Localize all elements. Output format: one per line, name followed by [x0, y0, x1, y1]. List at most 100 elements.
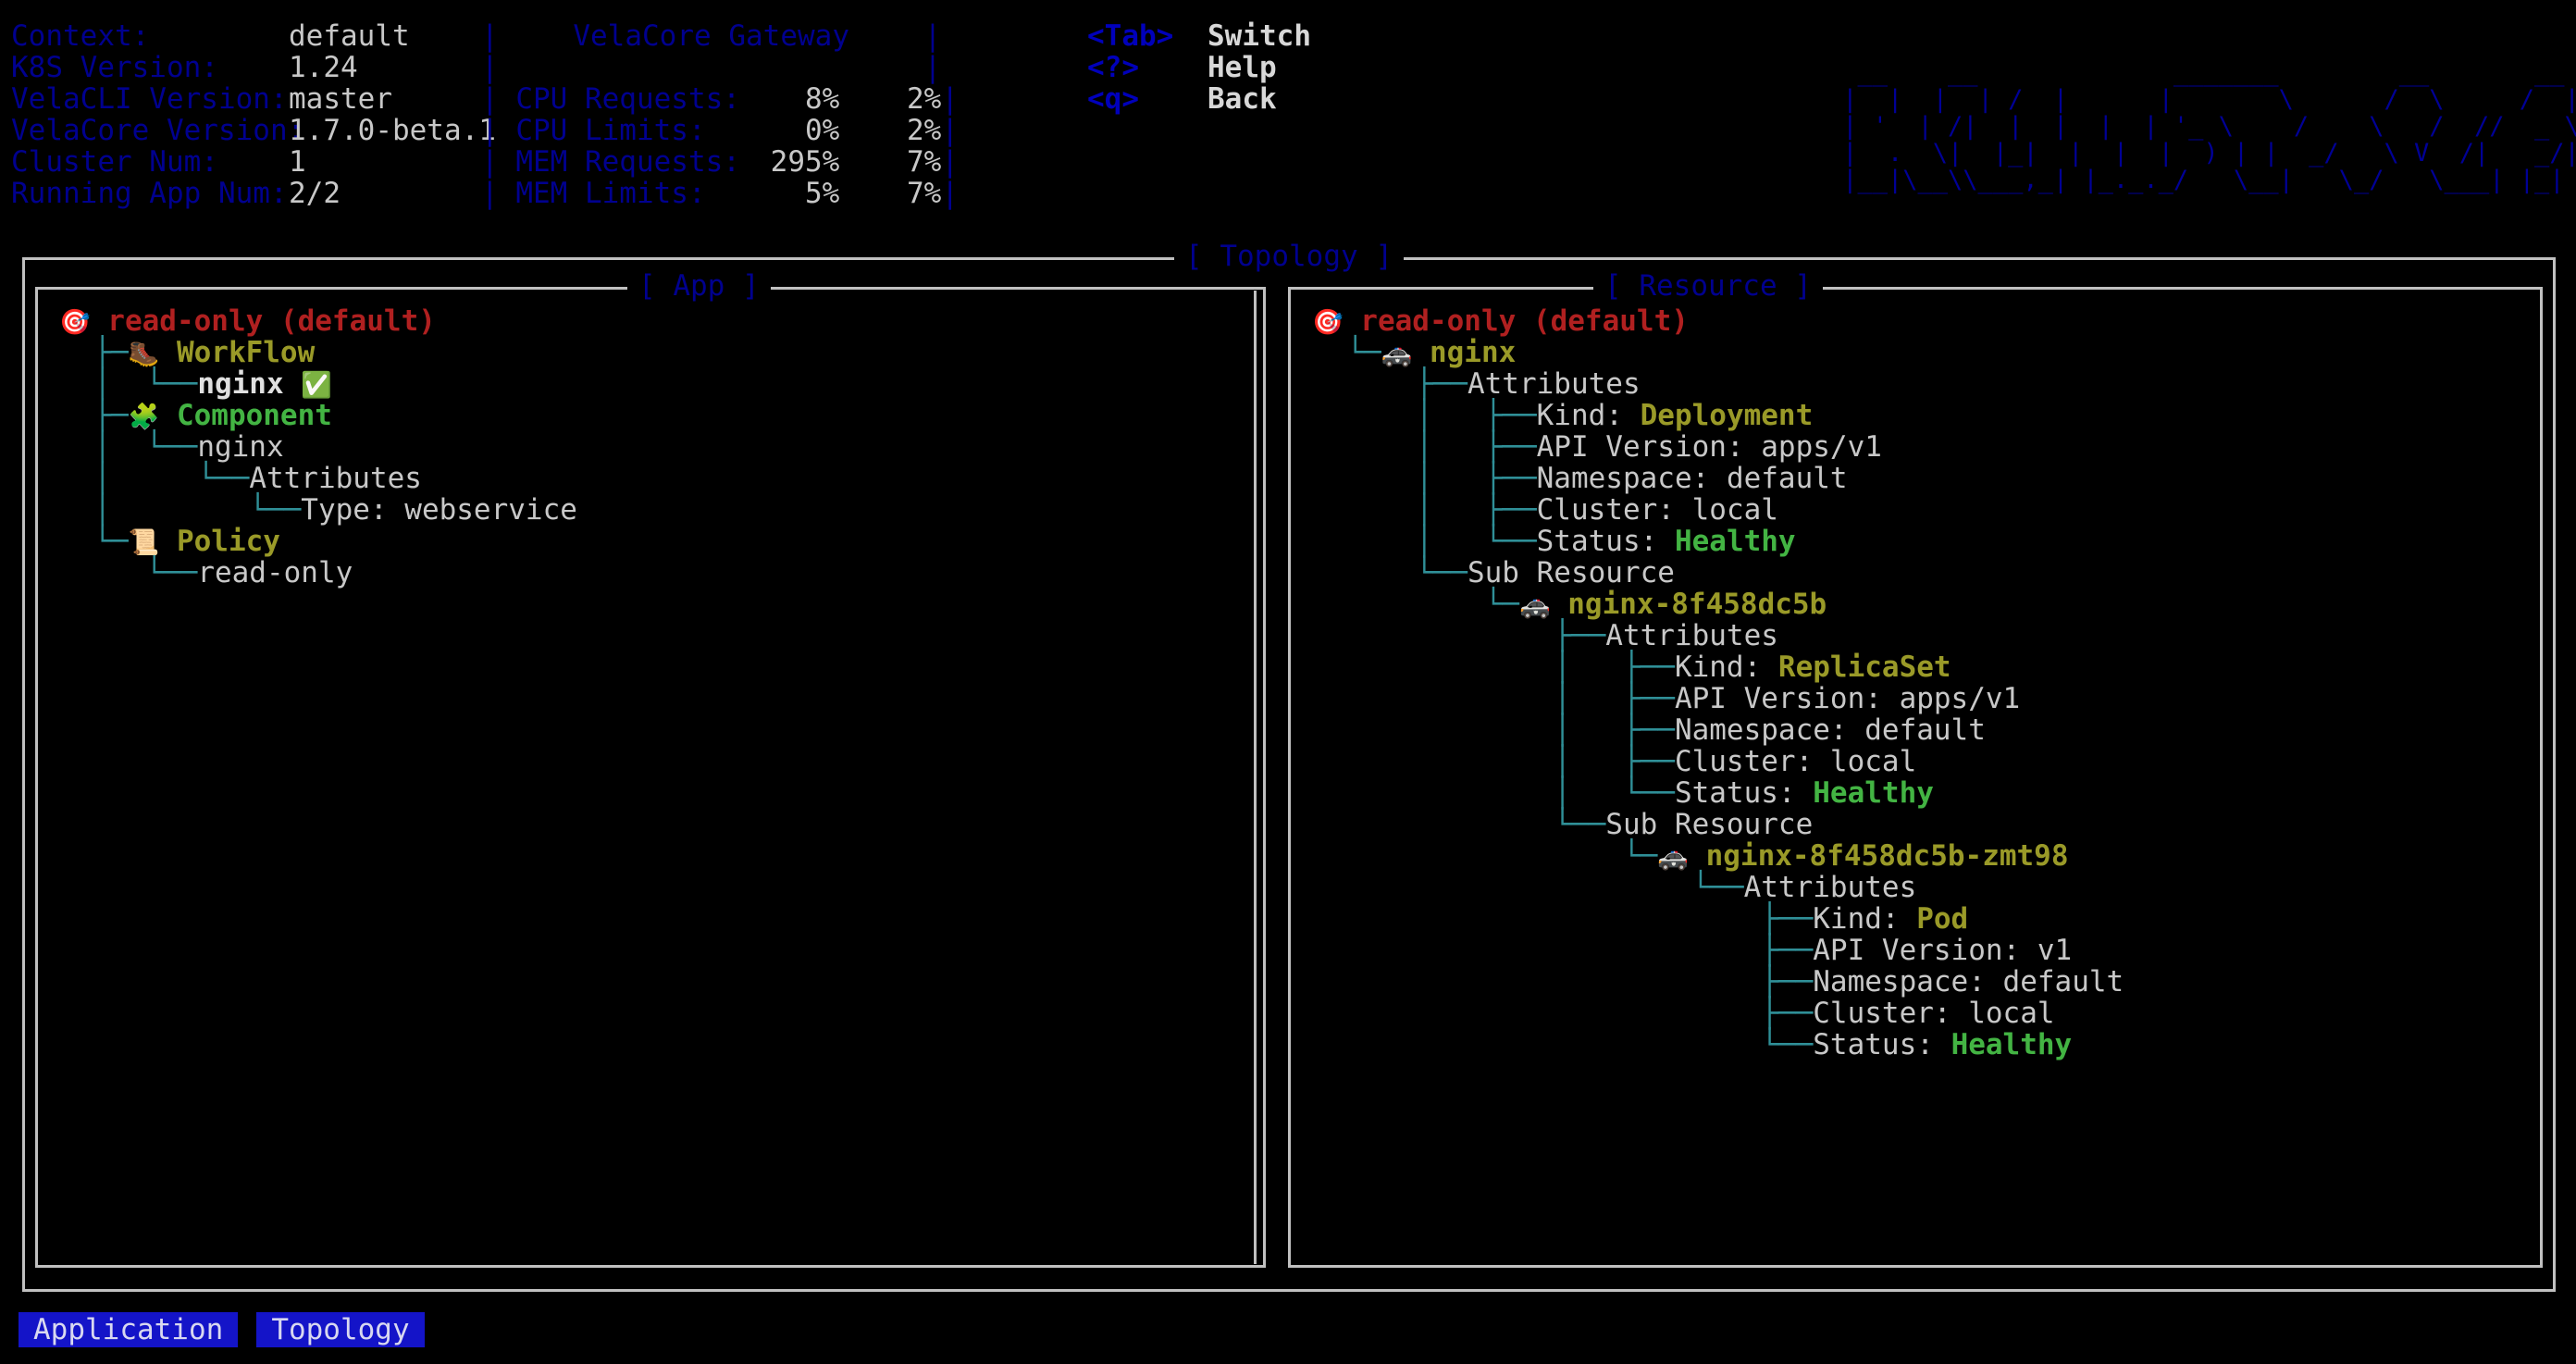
tree-row[interactable]: │ ├──API Version: apps/v1	[1312, 431, 2519, 463]
tree-icon-gap	[159, 399, 177, 432]
metric-label: MEM Requests:	[515, 145, 740, 179]
resource-panel-title: [ Resource ]	[1593, 270, 1823, 302]
app-scrollbar[interactable]	[1254, 291, 1257, 1264]
tree-guide: └──	[59, 556, 198, 589]
cluster-info-label: VelaCore Version:	[11, 114, 305, 147]
resource-tree[interactable]: 🎯 read-only (default) └─🚓 nginx ├──Attri…	[1312, 305, 2519, 1259]
tree-row[interactable]: └──Status: Healthy	[1312, 1029, 2519, 1060]
tree-row[interactable]: ├──Namespace: default	[1312, 966, 2519, 998]
tree-row[interactable]: │ └──Attributes	[59, 463, 1242, 494]
footer-tabs[interactable]: Application Topology	[19, 1312, 443, 1347]
tree-row[interactable]: │ ├──Kind: ReplicaSet	[1312, 651, 2519, 683]
tree-row[interactable]: │ └──nginx ✅	[59, 368, 1242, 400]
tree-row[interactable]: │ ├──Namespace: default	[1312, 463, 2519, 494]
app-border-bottom	[35, 1265, 1266, 1268]
tree-value: ReplicaSet	[1777, 651, 1951, 684]
column-separator: |	[941, 82, 959, 116]
metric-label: CPU Limits:	[515, 114, 706, 147]
tree-row[interactable]: └─📜 Policy	[59, 526, 1242, 557]
column-separator: |	[481, 114, 516, 147]
tree-row[interactable]: │ └──Status: Healthy	[1312, 777, 2519, 809]
tree-guide: ├──	[1312, 902, 1814, 936]
tree-row[interactable]: └─🚓 nginx-8f458dc5b-zmt98	[1312, 840, 2519, 872]
keybinding-row[interactable]: <Tab> Switch	[1087, 20, 1311, 52]
tree-guide: ├─	[59, 399, 129, 432]
cluster-info-value: 1	[289, 145, 306, 179]
cluster-info-label: Running App Num:	[11, 177, 288, 210]
tree-label: WorkFlow	[176, 336, 316, 369]
tree-label: nginx-8f458dc5b-zmt98	[1705, 839, 2069, 873]
tree-label: Namespace: default	[1536, 462, 1848, 495]
column-separator: |	[941, 177, 959, 210]
tree-icon-gap	[91, 305, 108, 338]
tree-row[interactable]: └──Sub Resource	[1312, 557, 2519, 589]
tree-row[interactable]: └──Sub Resource	[1312, 809, 2519, 840]
tree-guide: │ ├──	[1312, 713, 1675, 747]
resource-panel[interactable]: [ Resource ] 🎯 read-only (default) └─🚓 n…	[1288, 270, 2543, 1268]
gateway-title-row: | VelaCore Gateway |	[481, 20, 959, 52]
resource-border-top	[1288, 287, 2543, 290]
tree-label: read-only	[197, 556, 353, 589]
keybinding-row[interactable]: <?> Help	[1087, 52, 1311, 83]
tree-guide: │ ├──	[1312, 745, 1675, 778]
tree-icon-gap	[1412, 336, 1430, 369]
column-separator: |	[481, 177, 516, 210]
tree-row[interactable]: └─🚓 nginx	[1312, 337, 2519, 368]
tree-row[interactable]: ├──Kind: Pod	[1312, 903, 2519, 935]
tree-row[interactable]: │ ├──Cluster: local	[1312, 494, 2519, 526]
tree-icon-gap	[159, 336, 177, 369]
tree-label: Cluster: local	[1536, 493, 1778, 527]
tree-guide: │ └──	[59, 462, 250, 495]
tree-label: Attributes	[1743, 871, 1917, 904]
tree-icon-gap	[1344, 305, 1361, 338]
tree-label: API Version: apps/v1	[1536, 430, 1882, 464]
column-separator: |	[923, 51, 942, 84]
tree-label: Attributes	[1467, 367, 1641, 401]
tree-guide: └──	[1312, 871, 1744, 904]
tree-row[interactable]: └──Attributes	[1312, 872, 2519, 903]
app-tree[interactable]: 🎯 read-only (default) ├─🥾 WorkFlow │ └──…	[59, 305, 1242, 1259]
tree-guide: ├──	[1312, 367, 1468, 401]
tree-row[interactable]: ├─🧩 Component	[59, 400, 1242, 431]
tree-row[interactable]: ├──Attributes	[1312, 620, 2519, 651]
tree-row[interactable]: │ ├──API Version: apps/v1	[1312, 683, 2519, 714]
gateway-title: VelaCore Gateway	[573, 19, 849, 53]
tree-row[interactable]: └─🚓 nginx-8f458dc5b	[1312, 589, 2519, 620]
tree-row[interactable]: │ ├──Cluster: local	[1312, 746, 2519, 777]
metric-label: CPU Requests:	[515, 82, 740, 116]
tree-row[interactable]: └──read-only	[59, 557, 1242, 589]
tree-row[interactable]: ├──Cluster: local	[1312, 998, 2519, 1029]
app-panel[interactable]: [ App ] 🎯 read-only (default) ├─🥾 WorkFl…	[35, 270, 1266, 1268]
tree-row[interactable]: │ └──Status: Healthy	[1312, 526, 2519, 557]
check-mark-icon: ✅	[301, 371, 332, 400]
scroll-icon: 📜	[128, 528, 160, 557]
tree-guide: │ └──	[1312, 776, 1675, 810]
tree-row[interactable]: ├─🥾 WorkFlow	[59, 337, 1242, 368]
tree-label: Status:	[1536, 525, 1675, 558]
tree-label: Sub Resource	[1605, 808, 1814, 841]
tree-guide: │ ├──	[1312, 682, 1675, 715]
tree-row[interactable]: │ ├──Kind: Deployment	[1312, 400, 2519, 431]
footer-tab-topology[interactable]: Topology	[256, 1312, 425, 1347]
tree-guide: └─	[1312, 839, 1658, 873]
tree-guide: │ ├──	[1312, 493, 1537, 527]
resource-border-left	[1288, 287, 1291, 1268]
cluster-info-value: 2/2	[289, 177, 341, 210]
tree-row[interactable]: ├──Attributes	[1312, 368, 2519, 400]
tree-row[interactable]: │ ├──Namespace: default	[1312, 714, 2519, 746]
tree-label: Namespace: default	[1813, 965, 2124, 998]
tree-row[interactable]: │ └──nginx	[59, 431, 1242, 463]
tree-row[interactable]: ├──API Version: v1	[1312, 935, 2519, 966]
metric-value-secondary: 7%	[907, 177, 942, 210]
footer-tab-application[interactable]: Application	[19, 1312, 239, 1347]
tree-label: Cluster: local	[1674, 745, 1917, 778]
puzzle-piece-icon: 🧩	[128, 403, 160, 431]
cluster-info-row: VelaCLI Version:master	[11, 83, 496, 115]
tree-guide: └─	[59, 525, 129, 558]
tree-row[interactable]: 🎯 read-only (default)	[1312, 305, 2519, 337]
tree-row[interactable]: │ └──Type: webservice	[59, 494, 1242, 526]
tree-row[interactable]: 🎯 read-only (default)	[59, 305, 1242, 337]
tree-icon-gap	[1551, 588, 1568, 621]
keybinding-row[interactable]: <q> Back	[1087, 83, 1311, 115]
keybinding-desc: Switch	[1208, 19, 1311, 53]
